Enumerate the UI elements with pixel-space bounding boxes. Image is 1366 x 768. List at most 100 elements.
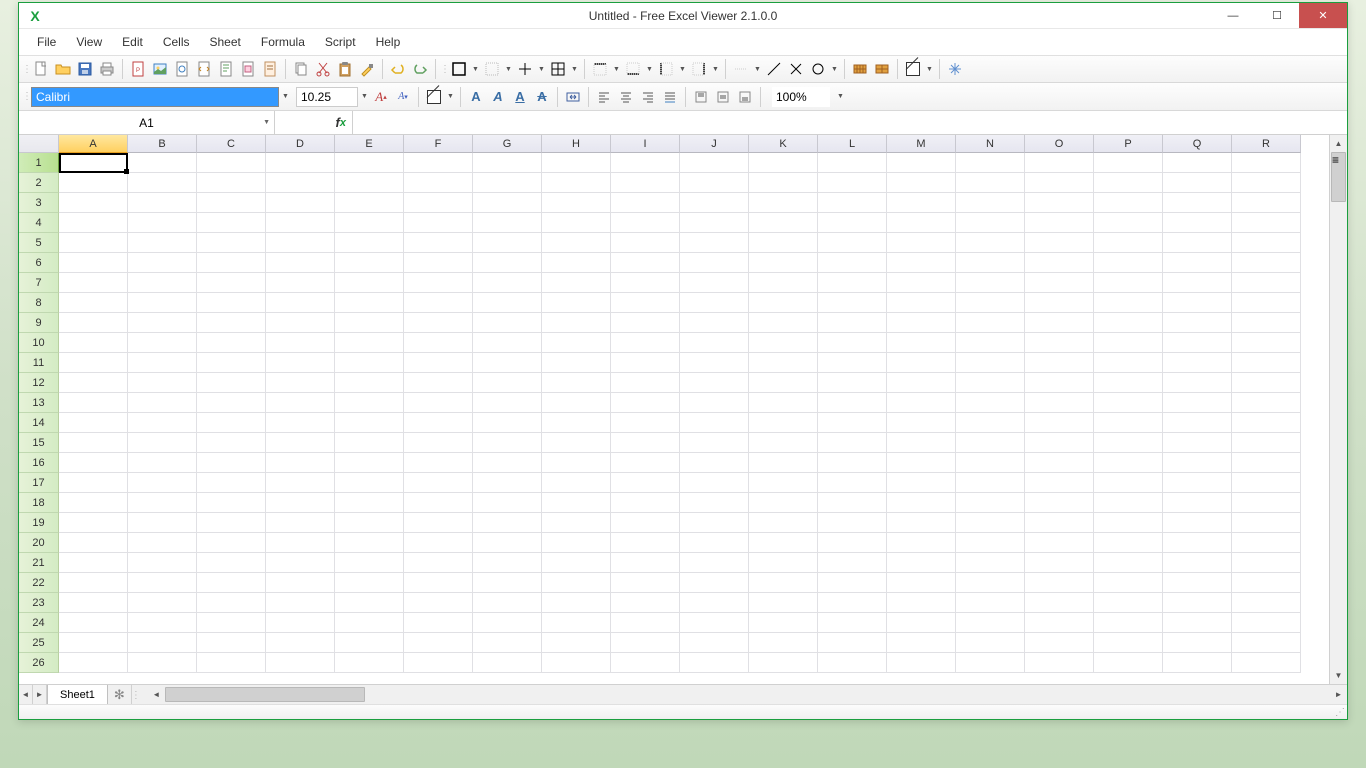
cell[interactable] (1163, 153, 1232, 173)
cell[interactable] (59, 373, 128, 393)
cell[interactable] (887, 273, 956, 293)
cell[interactable] (956, 613, 1025, 633)
cell[interactable] (59, 173, 128, 193)
cell[interactable] (887, 533, 956, 553)
cell[interactable] (473, 213, 542, 233)
cell[interactable] (335, 513, 404, 533)
cell[interactable] (749, 333, 818, 353)
cell[interactable] (611, 353, 680, 373)
cell[interactable] (542, 253, 611, 273)
undo-icon[interactable] (388, 59, 408, 79)
cell[interactable] (542, 373, 611, 393)
menu-file[interactable]: File (27, 31, 66, 53)
cell[interactable] (59, 273, 128, 293)
dropdown-icon[interactable]: ▼ (446, 87, 455, 107)
cell[interactable] (1025, 233, 1094, 253)
cell[interactable] (128, 353, 197, 373)
cell[interactable] (542, 153, 611, 173)
cell[interactable] (1232, 333, 1301, 353)
cell[interactable] (1232, 193, 1301, 213)
cell[interactable] (611, 213, 680, 233)
cell[interactable] (266, 613, 335, 633)
cell[interactable] (404, 293, 473, 313)
cell[interactable] (266, 653, 335, 673)
column-header[interactable]: Q (1163, 135, 1232, 153)
cell[interactable] (197, 213, 266, 233)
cell[interactable] (1232, 493, 1301, 513)
menu-view[interactable]: View (66, 31, 112, 53)
cell[interactable] (956, 493, 1025, 513)
cell[interactable] (749, 153, 818, 173)
align-center-icon[interactable] (616, 87, 636, 107)
cell[interactable] (1232, 513, 1301, 533)
cell[interactable] (404, 273, 473, 293)
cell[interactable] (956, 333, 1025, 353)
cell[interactable] (404, 253, 473, 273)
cell[interactable] (1232, 293, 1301, 313)
cell[interactable] (59, 293, 128, 313)
cell[interactable] (1163, 413, 1232, 433)
cell[interactable] (818, 573, 887, 593)
cell[interactable] (749, 653, 818, 673)
row-header[interactable]: 8 (19, 293, 59, 313)
cell[interactable] (1094, 553, 1163, 573)
cell[interactable] (59, 493, 128, 513)
dropdown-icon[interactable]: ▼ (645, 59, 654, 79)
splitter-icon[interactable]: ⋮ (132, 685, 138, 705)
cell[interactable] (1163, 353, 1232, 373)
cell[interactable] (887, 333, 956, 353)
cell[interactable] (473, 333, 542, 353)
row-header[interactable]: 9 (19, 313, 59, 333)
menu-script[interactable]: Script (315, 31, 366, 53)
cell[interactable] (1025, 653, 1094, 673)
fill-pattern2-icon[interactable] (872, 59, 892, 79)
cell[interactable] (749, 473, 818, 493)
dropdown-icon[interactable]: ▼ (537, 59, 546, 79)
cell[interactable] (887, 373, 956, 393)
cell[interactable] (887, 193, 956, 213)
cell[interactable] (404, 573, 473, 593)
cell[interactable] (266, 173, 335, 193)
cell[interactable] (680, 573, 749, 593)
cell[interactable] (611, 653, 680, 673)
cell[interactable] (197, 453, 266, 473)
cell[interactable] (473, 253, 542, 273)
cell[interactable] (542, 533, 611, 553)
cell[interactable] (1025, 353, 1094, 373)
zoom-combo[interactable]: 100% (772, 87, 830, 107)
new-icon[interactable] (31, 59, 51, 79)
column-header[interactable]: O (1025, 135, 1094, 153)
cell[interactable] (542, 273, 611, 293)
cell[interactable] (335, 273, 404, 293)
cell[interactable] (266, 353, 335, 373)
cell[interactable] (59, 553, 128, 573)
cell[interactable] (818, 273, 887, 293)
cell[interactable] (749, 493, 818, 513)
cell[interactable] (611, 233, 680, 253)
cell[interactable] (749, 573, 818, 593)
cell[interactable] (818, 373, 887, 393)
cell[interactable] (749, 393, 818, 413)
cell[interactable] (611, 373, 680, 393)
cell[interactable] (473, 233, 542, 253)
cell[interactable] (1163, 173, 1232, 193)
diag-fill-icon[interactable] (903, 59, 923, 79)
menu-help[interactable]: Help (366, 31, 411, 53)
format-painter-icon[interactable] (357, 59, 377, 79)
cell[interactable] (611, 573, 680, 593)
cell[interactable] (956, 293, 1025, 313)
cell[interactable] (611, 453, 680, 473)
row-header[interactable]: 6 (19, 253, 59, 273)
cell[interactable] (1094, 473, 1163, 493)
row-header[interactable]: 25 (19, 633, 59, 653)
cell[interactable] (956, 473, 1025, 493)
paste-icon[interactable] (335, 59, 355, 79)
cell[interactable] (197, 573, 266, 593)
cell[interactable] (335, 593, 404, 613)
cell[interactable] (887, 173, 956, 193)
cell[interactable] (1025, 373, 1094, 393)
column-header[interactable]: L (818, 135, 887, 153)
cell[interactable] (1094, 593, 1163, 613)
scroll-right-icon[interactable]: ► (1330, 685, 1347, 704)
cell[interactable] (680, 153, 749, 173)
